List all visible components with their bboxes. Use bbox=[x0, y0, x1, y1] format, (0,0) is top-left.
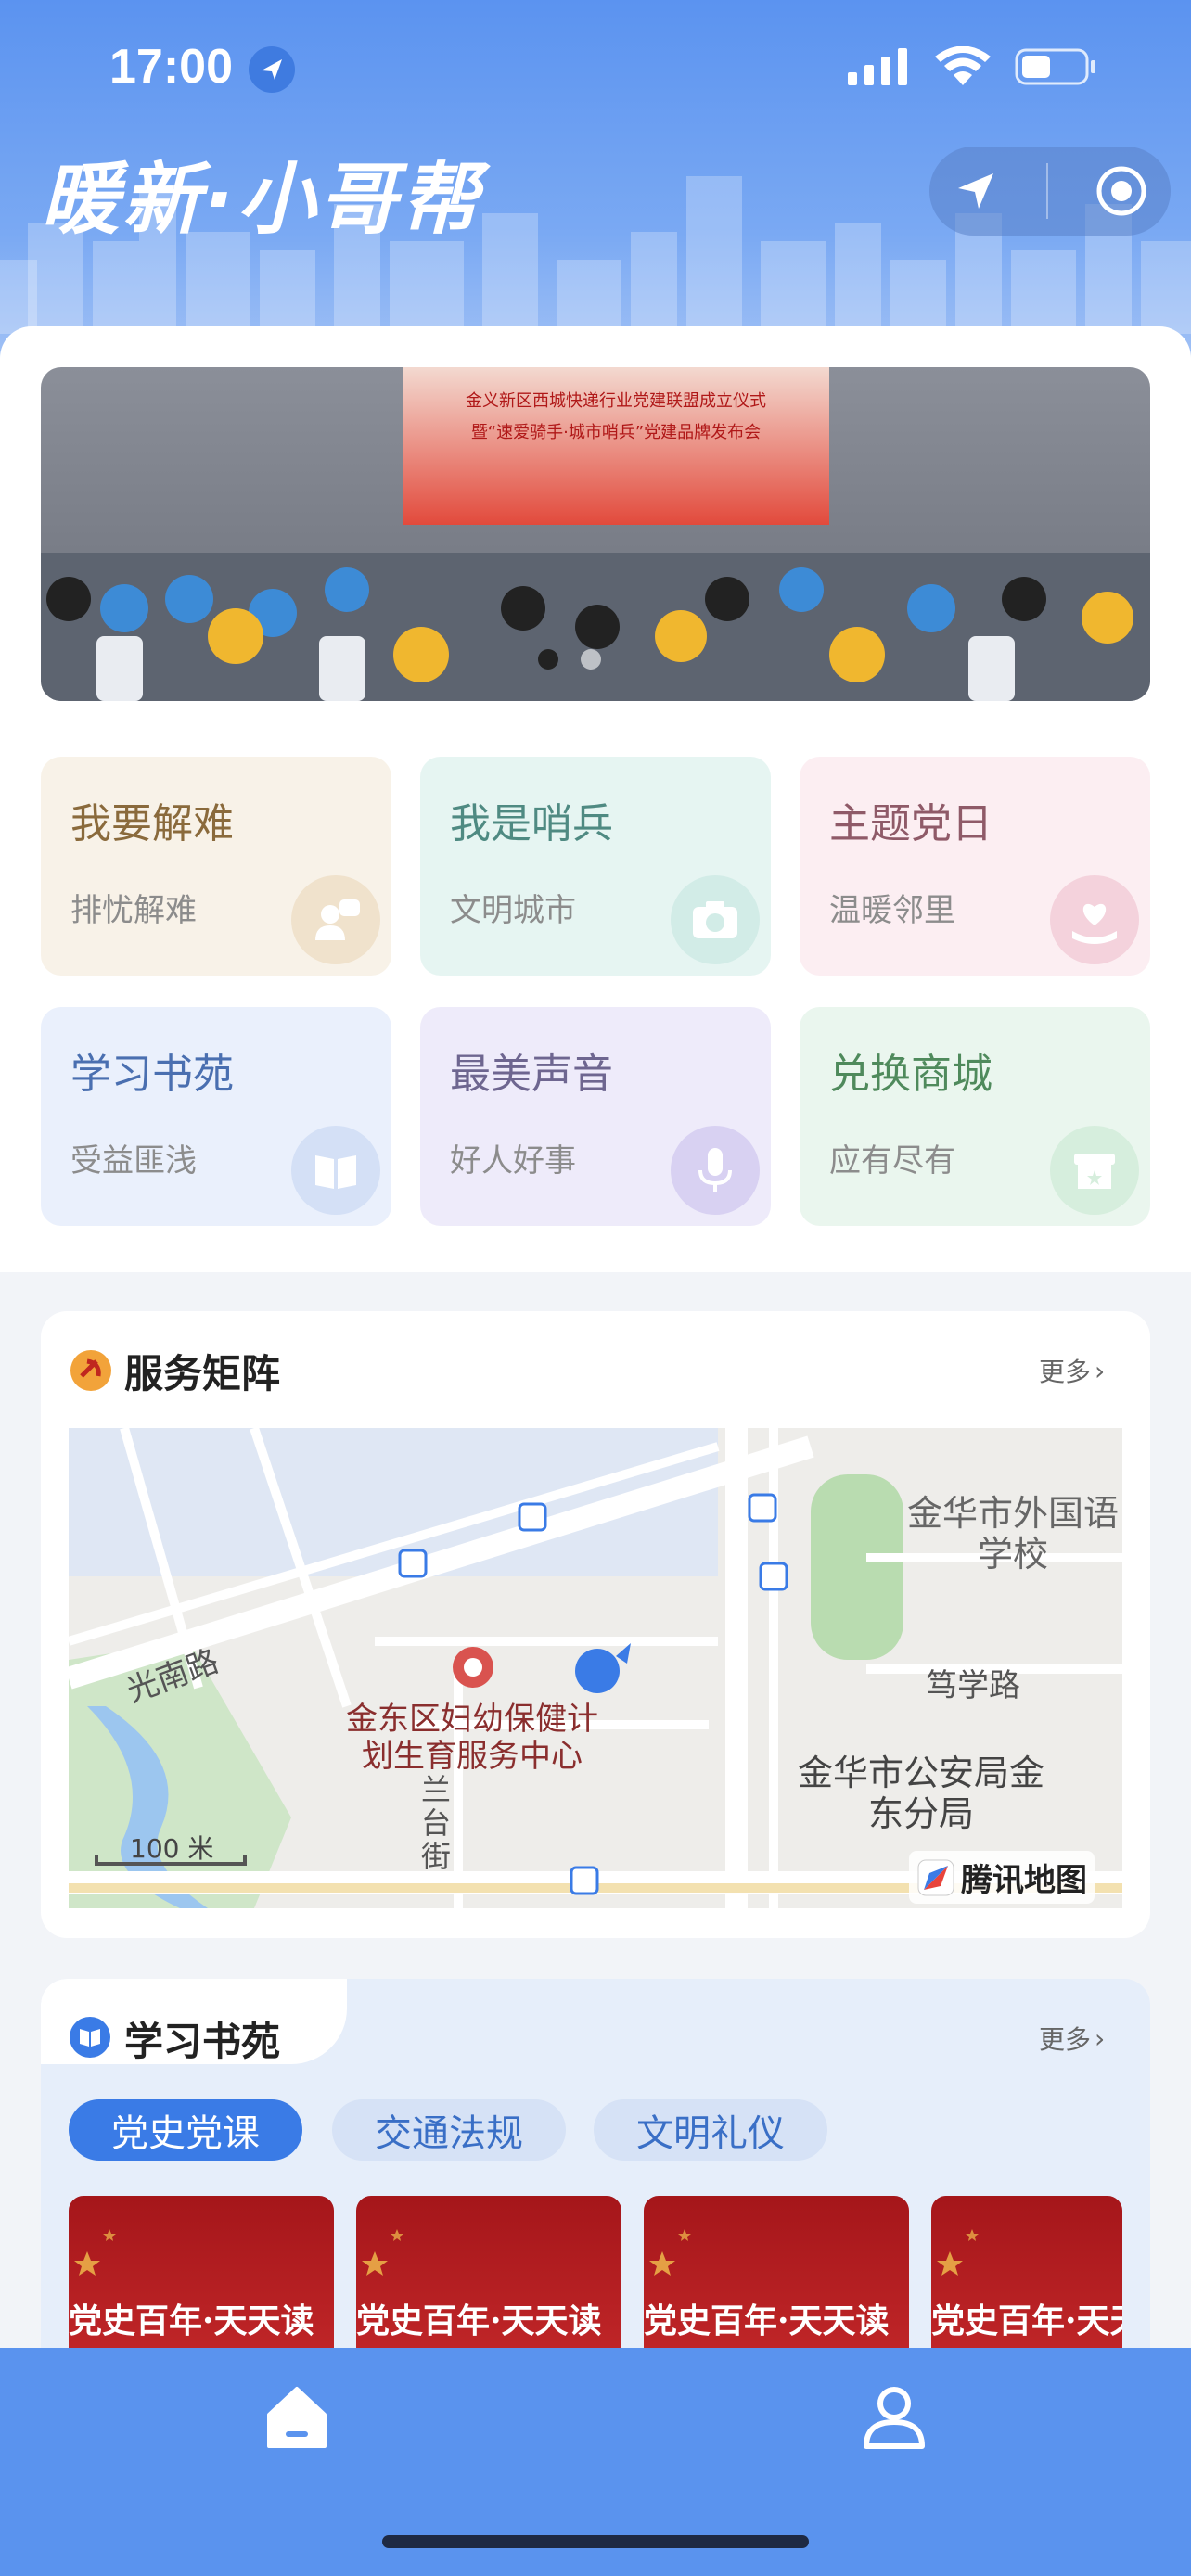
banner-caption-line1: 金义新区西城快递行业党建联盟成立仪式 bbox=[466, 391, 766, 411]
book-title: 党史百年·天天读 bbox=[69, 2302, 314, 2340]
status-indicators bbox=[848, 46, 1098, 87]
tile-solve-problem[interactable]: 我要解难 排忧解难 bbox=[41, 757, 391, 976]
carousel-dot[interactable] bbox=[581, 649, 601, 670]
store-icon bbox=[1050, 1126, 1139, 1215]
tile-title: 兑换商城 bbox=[829, 1051, 992, 1098]
banner-caption-line2: 暨“速爱骑手·城市哨兵”党建品牌发布会 bbox=[470, 423, 762, 442]
map-label-school: 金华市外国语学校 bbox=[906, 1493, 1119, 1575]
book-title: 党史百年·天天读 bbox=[931, 2302, 1122, 2340]
study-more[interactable]: 更多 › bbox=[1039, 2020, 1105, 2057]
profile-icon[interactable] bbox=[857, 2379, 931, 2454]
tile-title: 我是哨兵 bbox=[450, 800, 613, 848]
banner-photo-crowd bbox=[41, 553, 1150, 701]
header-actions bbox=[929, 147, 1171, 236]
divider bbox=[1045, 163, 1048, 219]
app-title: 暖新·小哥帮 bbox=[41, 154, 482, 245]
home-indicator bbox=[382, 2535, 809, 2548]
location-services-icon bbox=[249, 46, 295, 93]
chevron-right-icon: › bbox=[1095, 2022, 1106, 2054]
cellular-signal-icon bbox=[848, 48, 907, 85]
map-provider: 腾讯地图 bbox=[909, 1851, 1095, 1904]
book-title: 党史百年·天天读 bbox=[356, 2302, 602, 2340]
tile-voice[interactable]: 最美声音 好人好事 bbox=[420, 1007, 771, 1226]
map-label-police: 金华市公安局金东分局 bbox=[798, 1753, 1045, 1834]
target-icon[interactable] bbox=[1095, 165, 1147, 217]
carousel-dot[interactable] bbox=[538, 649, 558, 670]
tile-title: 主题党日 bbox=[829, 800, 992, 848]
service-matrix-title: 服务矩阵 bbox=[124, 1351, 281, 1396]
map-scale: 100 米 bbox=[130, 1833, 214, 1864]
study-title: 学习书苑 bbox=[124, 2019, 281, 2064]
tile-study[interactable]: 学习书苑 受益匪浅 bbox=[41, 1007, 391, 1226]
battery-icon bbox=[1015, 48, 1095, 85]
carousel-dots bbox=[538, 649, 601, 670]
navigate-icon[interactable] bbox=[953, 168, 999, 214]
tile-mall[interactable]: 兑换商城 应有尽有 bbox=[800, 1007, 1150, 1226]
book-icon bbox=[291, 1126, 380, 1215]
tile-title: 最美声音 bbox=[450, 1051, 613, 1098]
more-label: 更多 bbox=[1039, 1357, 1092, 1387]
map-provider-label: 腾讯地图 bbox=[961, 1862, 1087, 1899]
map-label-hospital: 金东区妇幼保健计划生育服务中心 bbox=[346, 1701, 598, 1775]
tile-title: 我要解难 bbox=[70, 800, 234, 848]
book-section-icon bbox=[70, 2017, 110, 2058]
service-matrix-more[interactable]: 更多 › bbox=[1039, 1352, 1105, 1389]
tencent-map-logo-icon bbox=[917, 1859, 954, 1895]
study-tab-2[interactable]: 交通法规 bbox=[332, 2099, 566, 2161]
chevron-right-icon: › bbox=[1095, 1355, 1106, 1386]
home-icon[interactable] bbox=[260, 2379, 334, 2454]
book-title: 党史百年·天天读 bbox=[644, 2302, 890, 2340]
microphone-icon bbox=[671, 1126, 760, 1215]
tile-party-day[interactable]: 主题党日 温暖邻里 bbox=[800, 757, 1150, 976]
map-label-road: 笃学路 bbox=[926, 1667, 1020, 1704]
map-view[interactable]: 光南路 笃学路 兰台街 金华市外国语学校 金东区妇幼保健计划生育服务中心 金华市… bbox=[69, 1428, 1122, 1908]
wifi-icon bbox=[935, 46, 991, 85]
chat-person-icon bbox=[291, 875, 380, 964]
tile-title: 学习书苑 bbox=[70, 1051, 234, 1098]
heart-hand-icon bbox=[1050, 875, 1139, 964]
study-tab-3[interactable]: 文明礼仪 bbox=[594, 2099, 827, 2161]
camera-icon bbox=[671, 875, 760, 964]
map-label-road: 兰台街 bbox=[421, 1772, 452, 1874]
study-tab-1[interactable]: 党史党课 bbox=[69, 2099, 302, 2161]
more-label: 更多 bbox=[1039, 2024, 1092, 2055]
tile-sentinel[interactable]: 我是哨兵 文明城市 bbox=[420, 757, 771, 976]
status-time: 17:00 bbox=[109, 40, 233, 94]
party-emblem-icon bbox=[70, 1350, 111, 1391]
